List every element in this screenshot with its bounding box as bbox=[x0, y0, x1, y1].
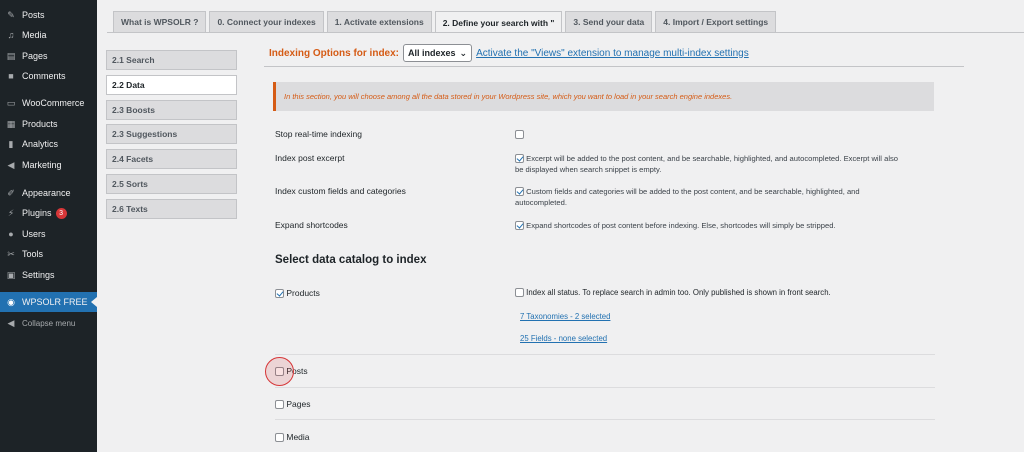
collapse-menu-button[interactable]: ◀ Collapse menu bbox=[0, 313, 97, 333]
activate-views-link[interactable]: Activate the "Views" extension to manage… bbox=[476, 48, 749, 59]
pages-icon: ▤ bbox=[6, 50, 16, 61]
menu-products[interactable]: ▦ Products bbox=[0, 114, 97, 134]
menu-tools[interactable]: ✂ Tools bbox=[0, 244, 97, 264]
expand-shortcodes-checkbox[interactable] bbox=[515, 221, 524, 230]
sub-navigation: 2.1 Search 2.2 Data 2.3 Boosts 2.3 Sugge… bbox=[106, 50, 237, 224]
menu-woocommerce[interactable]: ▭ WooCommerce bbox=[0, 93, 97, 113]
subnav-suggestions[interactable]: 2.3 Suggestions bbox=[106, 124, 237, 145]
catalog-divider bbox=[275, 387, 935, 388]
catalog-pages-row: Pages bbox=[275, 399, 935, 409]
index-select[interactable]: All indexes ⌄ bbox=[403, 44, 473, 62]
marketing-icon: ◀ bbox=[7, 159, 15, 170]
menu-posts[interactable]: ✎ Posts bbox=[0, 5, 97, 25]
indexing-options-row: Indexing Options for index: All indexes ⌄… bbox=[264, 40, 1024, 66]
menu-wpsolr-free[interactable]: ◉ WPSOLR FREE bbox=[0, 292, 97, 312]
tools-icon: ✂ bbox=[7, 248, 15, 259]
comments-icon: ■ bbox=[8, 70, 14, 81]
admin-sidebar: ✎ Posts ♫ Media ▤ Pages ■ Comments ▭ WooComme… bbox=[0, 0, 97, 452]
subnav-sorts[interactable]: 2.5 Sorts bbox=[106, 173, 237, 194]
tab-what-is-wpsolr[interactable]: What is WPSOLR ? bbox=[113, 11, 207, 32]
subnav-boosts[interactable]: 2.3 Boosts bbox=[106, 99, 237, 120]
tab-activate-extensions[interactable]: 1. Activate extensions bbox=[326, 11, 432, 32]
index-all-status-checkbox[interactable] bbox=[515, 288, 524, 297]
chevron-down-icon: ⌄ bbox=[459, 47, 468, 58]
stop-realtime-checkbox[interactable] bbox=[515, 130, 524, 139]
menu-plugins[interactable]: ⚡ Plugins 3 bbox=[0, 203, 97, 223]
taxonomies-link[interactable]: 7 Taxonomies - 2 selected bbox=[520, 312, 610, 321]
media-icon: ♫ bbox=[7, 29, 15, 40]
catalog-posts-row: Posts bbox=[275, 366, 935, 376]
catalog-divider bbox=[275, 354, 935, 355]
tab-send-data[interactable]: 3. Send your data bbox=[565, 11, 653, 32]
menu-pages[interactable]: ▤ Pages bbox=[0, 46, 97, 66]
woocommerce-icon: ▭ bbox=[6, 97, 16, 108]
settings-tabs: What is WPSOLR ? 0. Connect your indexes… bbox=[113, 11, 777, 33]
menu-analytics[interactable]: ▮ Analytics bbox=[0, 134, 97, 154]
products-icon: ▦ bbox=[6, 118, 16, 129]
main-content: What is WPSOLR ? 0. Connect your indexes… bbox=[97, 0, 1024, 452]
menu-comments[interactable]: ■ Comments bbox=[0, 66, 97, 86]
fields-link[interactable]: 25 Fields - none selected bbox=[520, 334, 607, 343]
subnav-data[interactable]: 2.2 Data bbox=[106, 74, 237, 95]
index-custom-fields-checkbox[interactable] bbox=[515, 187, 524, 196]
subnav-texts[interactable]: 2.6 Texts bbox=[106, 198, 237, 219]
subnav-search[interactable]: 2.1 Search bbox=[106, 50, 237, 70]
settings-icon: ▣ bbox=[6, 269, 16, 280]
users-icon: ● bbox=[8, 228, 14, 239]
indexing-options-label: Indexing Options for index: bbox=[269, 47, 399, 59]
section-divider bbox=[264, 66, 964, 67]
wpsolr-icon: ◉ bbox=[7, 296, 15, 307]
menu-appearance[interactable]: ✐ Appearance bbox=[0, 183, 97, 203]
media-checkbox[interactable] bbox=[275, 433, 284, 442]
pages-checkbox[interactable] bbox=[275, 400, 284, 409]
menu-users[interactable]: ● Users bbox=[0, 224, 97, 244]
tab-connect-indexes[interactable]: 0. Connect your indexes bbox=[209, 11, 324, 32]
tab-import-export[interactable]: 4. Import / Export settings bbox=[655, 11, 777, 32]
subnav-facets[interactable]: 2.4 Facets bbox=[106, 149, 237, 170]
analytics-icon: ▮ bbox=[8, 138, 14, 149]
tab-define-search[interactable]: 2. Define your search with " bbox=[434, 11, 563, 33]
menu-settings[interactable]: ▣ Settings bbox=[0, 265, 97, 285]
info-notice: In this section, you will choose among a… bbox=[273, 82, 934, 111]
pin-icon: ✎ bbox=[7, 9, 15, 20]
data-settings-panel: Indexing Options for index: All indexes ⌄… bbox=[264, 40, 1024, 442]
tabs-divider bbox=[107, 32, 1024, 33]
click-highlight-marker bbox=[265, 357, 294, 386]
catalog-section-title: Select data catalog to index bbox=[275, 254, 427, 266]
plugins-icon: ⚡ bbox=[7, 207, 15, 218]
catalog-divider bbox=[275, 419, 935, 420]
menu-marketing[interactable]: ◀ Marketing bbox=[0, 155, 97, 175]
products-checkbox[interactable] bbox=[275, 289, 284, 298]
appearance-icon: ✐ bbox=[7, 187, 15, 198]
index-excerpt-checkbox[interactable] bbox=[515, 154, 524, 163]
menu-media[interactable]: ♫ Media bbox=[0, 25, 97, 45]
catalog-media-row: Media bbox=[275, 432, 935, 442]
plugins-update-badge: 3 bbox=[55, 207, 67, 219]
collapse-icon: ◀ bbox=[7, 317, 15, 328]
